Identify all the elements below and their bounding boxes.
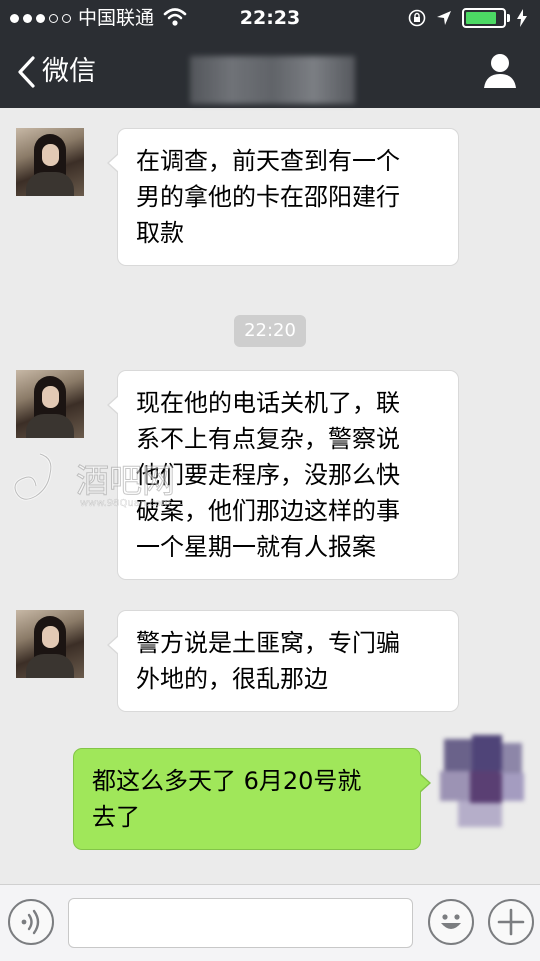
chat-title (190, 56, 355, 104)
more-button[interactable] (488, 899, 534, 945)
message-bubble-incoming[interactable]: 现在他的电话关机了，联 系不上有点复杂，警察说 他们要走程序，没那么快 破案，他… (107, 370, 459, 580)
message-input[interactable] (68, 898, 413, 948)
chevron-left-icon (18, 56, 35, 88)
voice-button[interactable] (8, 899, 54, 945)
battery-icon (462, 8, 510, 28)
top-bar: 中国联通 22:23 微信 (0, 0, 540, 108)
voice-icon (21, 909, 40, 935)
message-bubble-incoming[interactable]: 在调查，前天查到有一个 男的拿他的卡在邵阳建行 取款 (107, 128, 459, 266)
watermark-figure-icon (13, 452, 53, 501)
avatar[interactable] (16, 610, 84, 678)
emoji-button[interactable] (428, 899, 474, 945)
self-avatar[interactable] (438, 735, 528, 831)
timestamp-divider: 22:20 (234, 315, 306, 347)
charging-bolt-icon (517, 9, 527, 27)
location-arrow-icon (437, 11, 451, 25)
back-button[interactable]: 微信 (16, 52, 96, 92)
plus-icon (497, 908, 525, 936)
avatar[interactable] (16, 128, 84, 196)
input-bar (0, 884, 540, 961)
person-icon[interactable] (482, 52, 518, 90)
navigation-bar: 微信 (0, 40, 540, 104)
back-label: 微信 (42, 56, 96, 87)
emoji-icon (441, 914, 461, 929)
status-bar: 中国联通 22:23 (0, 0, 540, 36)
rotation-lock-icon (408, 9, 426, 27)
message-bubble-incoming[interactable]: 警方说是土匪窝，专门骗 外地的，很乱那边 (107, 610, 459, 712)
message-bubble-outgoing[interactable]: 都这么多天了 6月20号就 去了 (73, 748, 431, 850)
avatar[interactable] (16, 370, 84, 438)
